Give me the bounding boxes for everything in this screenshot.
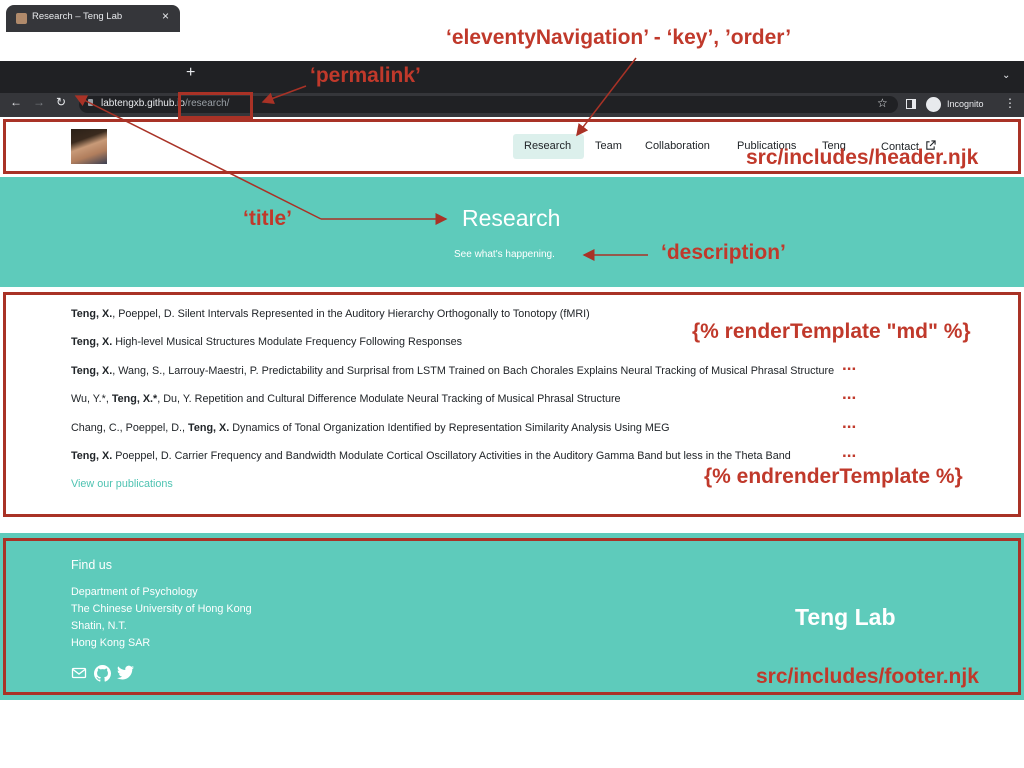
ellipsis-annotation: ...: [842, 413, 857, 432]
side-panel-icon[interactable]: [906, 99, 916, 109]
incognito-icon: [926, 97, 941, 112]
hero-banner: [0, 177, 1024, 287]
ellipsis-annotation: ...: [842, 355, 857, 374]
permalink-highlight: [178, 92, 253, 119]
end-render-template-annotation: {% endrenderTemplate %}: [704, 465, 963, 488]
reload-icon[interactable]: ↻: [56, 95, 66, 109]
browser-tab-bar: [0, 61, 1024, 93]
close-icon[interactable]: ×: [162, 9, 169, 23]
forward-icon[interactable]: →: [33, 95, 45, 109]
chevron-down-icon[interactable]: ⌄: [1002, 70, 1010, 81]
back-icon[interactable]: ←: [10, 95, 22, 109]
footer-file-annotation: src/includes/footer.njk: [756, 665, 979, 688]
menu-icon[interactable]: ⋮: [1004, 96, 1016, 110]
favicon-icon: [16, 13, 27, 24]
header-file-annotation: src/includes/header.njk: [746, 146, 979, 169]
star-icon[interactable]: ☆: [877, 96, 888, 110]
page-description: See what's happening.: [454, 249, 555, 260]
new-tab-icon[interactable]: +: [186, 64, 195, 82]
page-title: Research: [462, 205, 561, 231]
browser-tab[interactable]: Research – Teng Lab ×: [6, 5, 180, 32]
render-template-annotation: {% renderTemplate "md" %}: [692, 320, 971, 343]
description-annotation: ‘description’: [661, 241, 786, 264]
lock-icon: [88, 99, 93, 106]
ellipsis-annotation: ...: [842, 384, 857, 403]
tab-title: Research – Teng Lab: [32, 11, 123, 22]
navigation-annotation: ‘eleventyNavigation’ - ‘key’, ’order’: [446, 26, 792, 49]
url-host: labtengxb.github.io: [101, 98, 185, 109]
permalink-annotation: ‘permalink’: [310, 64, 421, 87]
ellipsis-annotation: ...: [842, 442, 857, 461]
incognito-label: Incognito: [947, 99, 984, 109]
title-annotation: ‘title’: [243, 207, 293, 230]
